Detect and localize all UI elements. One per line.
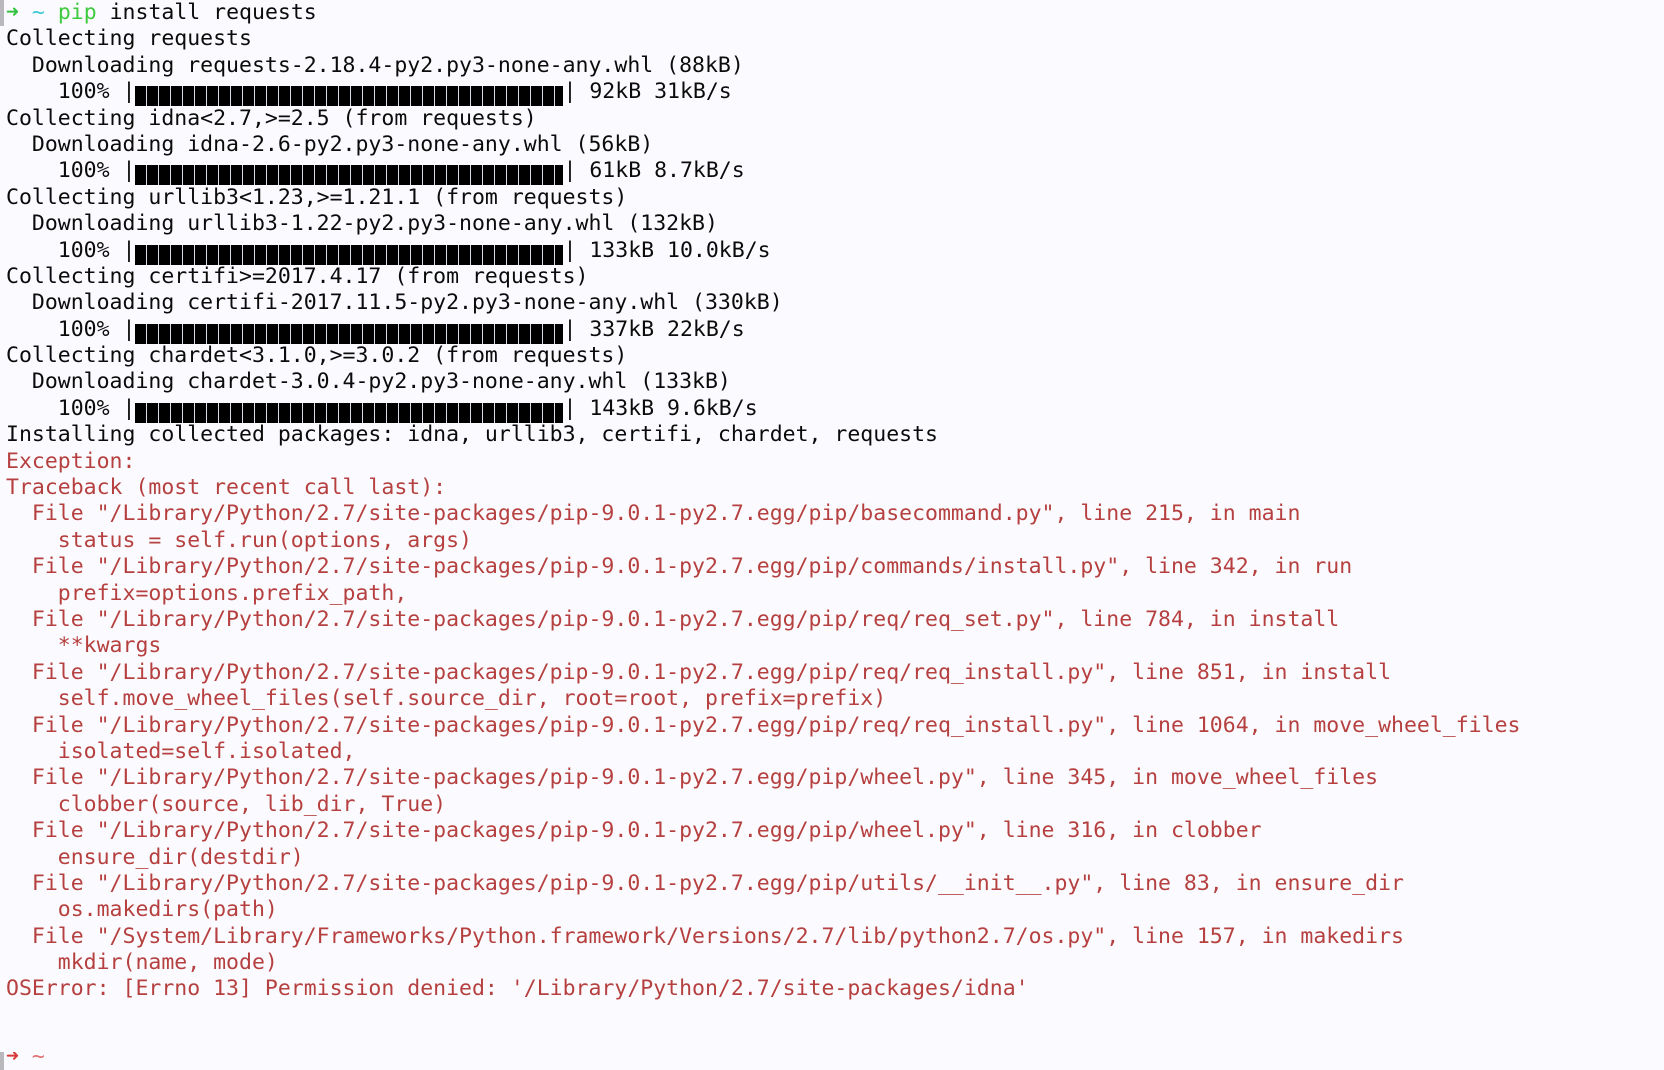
- progress-space: [110, 396, 123, 421]
- progress-percent: 100%: [57, 395, 110, 421]
- output-line: Downloading certifi-2017.11.5-py2.py3-no…: [6, 290, 783, 316]
- traceback-line: File "/Library/Python/2.7/site-packages/…: [6, 554, 1353, 580]
- download-progress-row: 100% | | 61kB 8.7kB/s: [0, 158, 1664, 186]
- command-args: install requests: [109, 0, 317, 25]
- traceback-line: File "/Library/Python/2.7/site-packages/…: [6, 870, 1404, 896]
- progress-percent: 100%: [57, 79, 110, 105]
- traceback-line: File "/Library/Python/2.7/site-packages/…: [6, 765, 1379, 791]
- progress-indent: [6, 158, 58, 183]
- traceback-line: clobber(source, lib_dir, True): [6, 791, 447, 817]
- traceback-line: File "/Library/Python/2.7/site-packages/…: [6, 659, 1392, 685]
- download-progress-row: 100% | | 92kB 31kB/s: [0, 79, 1664, 107]
- progress-percent: 100%: [57, 316, 110, 342]
- progress-right-delimiter: |: [563, 237, 577, 263]
- progress-bar-fill: [135, 402, 564, 423]
- traceback-line: status = self.run(options, args): [6, 527, 472, 553]
- prompt-arrow-icon-bottom: ➜: [6, 1052, 19, 1069]
- prompt-arrow-icon: ➜: [6, 0, 19, 25]
- progress-space: [110, 238, 123, 263]
- prompt-gutter-bar: [0, 0, 4, 26]
- prompt-line-bottom-clipped: ➜ ~: [0, 1052, 1664, 1070]
- progress-left-delimiter: |: [122, 316, 136, 342]
- traceback-line: isolated=self.isolated,: [6, 738, 356, 764]
- progress-right-delimiter: |: [563, 395, 577, 421]
- prompt-gutter-bar-bottom: [0, 1052, 4, 1070]
- progress-bar-fill: [135, 165, 564, 186]
- traceback-line: OSError: [Errno 13] Permission denied: '…: [6, 976, 1029, 1002]
- traceback-line: File "/Library/Python/2.7/site-packages/…: [6, 712, 1521, 738]
- progress-left-delimiter: |: [122, 237, 136, 263]
- output-line: Downloading urllib3-1.22-py2.py3-none-an…: [6, 211, 718, 237]
- progress-space: [110, 79, 123, 104]
- output-line: Downloading requests-2.18.4-py2.py3-none…: [6, 52, 744, 78]
- output-line: Collecting requests: [6, 26, 252, 52]
- progress-space: [110, 158, 123, 183]
- traceback-line: File "/Library/Python/2.7/site-packages/…: [6, 818, 1262, 844]
- prompt-line: ➜ ~ pip install requests: [0, 0, 1664, 26]
- progress-right-delimiter: |: [563, 79, 577, 105]
- output-line: Collecting chardet<3.1.0,>=3.0.2 (from r…: [6, 343, 628, 369]
- download-progress-row: 100% | | 143kB 9.6kB/s: [0, 395, 1664, 423]
- output-line: Downloading idna-2.6-py2.py3-none-any.wh…: [6, 131, 654, 157]
- progress-indent: [6, 238, 58, 263]
- output-line: Installing collected packages: idna, url…: [6, 422, 938, 448]
- progress-bar-fill: [135, 86, 564, 107]
- prompt-space-b1: [19, 1052, 32, 1069]
- output-line: Collecting certifi>=2017.4.17 (from requ…: [6, 263, 589, 289]
- output-line: Downloading chardet-3.0.4-py2.py3-none-a…: [6, 369, 731, 395]
- traceback-line: os.makedirs(path): [6, 897, 278, 923]
- progress-bar-fill: [135, 244, 564, 265]
- prompt-space-2: [45, 0, 58, 25]
- progress-percent: 100%: [57, 237, 110, 263]
- progress-size-and-speed: 133kB 10.0kB/s: [576, 237, 771, 263]
- progress-right-delimiter: |: [563, 316, 577, 342]
- traceback-line: Traceback (most recent call last):: [6, 475, 447, 501]
- traceback-line: File "/Library/Python/2.7/site-packages/…: [6, 501, 1301, 527]
- progress-left-delimiter: |: [122, 395, 136, 421]
- traceback-line: prefix=options.prefix_path,: [6, 580, 408, 606]
- download-progress-row: 100% | | 337kB 22kB/s: [0, 316, 1664, 344]
- progress-size-and-speed: 337kB 22kB/s: [576, 316, 745, 342]
- traceback-line: File "/System/Library/Frameworks/Python.…: [6, 923, 1404, 949]
- progress-size-and-speed: 143kB 9.6kB/s: [576, 395, 758, 421]
- progress-indent: [6, 79, 58, 104]
- prompt-cwd: ~: [31, 0, 45, 25]
- progress-percent: 100%: [57, 158, 110, 184]
- terminal-output: Collecting requests Downloading requests…: [0, 26, 1664, 1002]
- output-line: Collecting urllib3<1.23,>=1.21.1 (from r…: [6, 184, 628, 210]
- traceback-line: mkdir(name, mode): [6, 950, 278, 976]
- prompt-cwd-bottom: ~: [31, 1052, 45, 1069]
- prompt-space-3: [97, 0, 110, 25]
- traceback-line: **kwargs: [6, 633, 162, 659]
- progress-right-delimiter: |: [563, 158, 577, 184]
- progress-indent: [6, 317, 58, 342]
- progress-left-delimiter: |: [122, 158, 136, 184]
- terminal-window[interactable]: ➜ ~ pip install requests Collecting requ…: [0, 0, 1664, 1070]
- output-line: Collecting idna<2.7,>=2.5 (from requests…: [6, 105, 537, 131]
- progress-left-delimiter: |: [122, 79, 136, 105]
- traceback-line: File "/Library/Python/2.7/site-packages/…: [6, 606, 1340, 632]
- traceback-line: ensure_dir(destdir): [6, 844, 304, 870]
- progress-space: [110, 317, 123, 342]
- progress-bar-fill: [135, 323, 564, 344]
- command-name: pip: [57, 0, 97, 25]
- progress-indent: [6, 396, 58, 421]
- progress-size-and-speed: 61kB 8.7kB/s: [576, 158, 745, 184]
- traceback-line: self.move_wheel_files(self.source_dir, r…: [6, 686, 887, 712]
- download-progress-row: 100% | | 133kB 10.0kB/s: [0, 237, 1664, 265]
- prompt-line-bottom: ➜ ~: [0, 1052, 1664, 1070]
- progress-size-and-speed: 92kB 31kB/s: [576, 79, 732, 105]
- traceback-line: Exception:: [6, 448, 136, 474]
- prompt-space-1: [19, 0, 32, 25]
